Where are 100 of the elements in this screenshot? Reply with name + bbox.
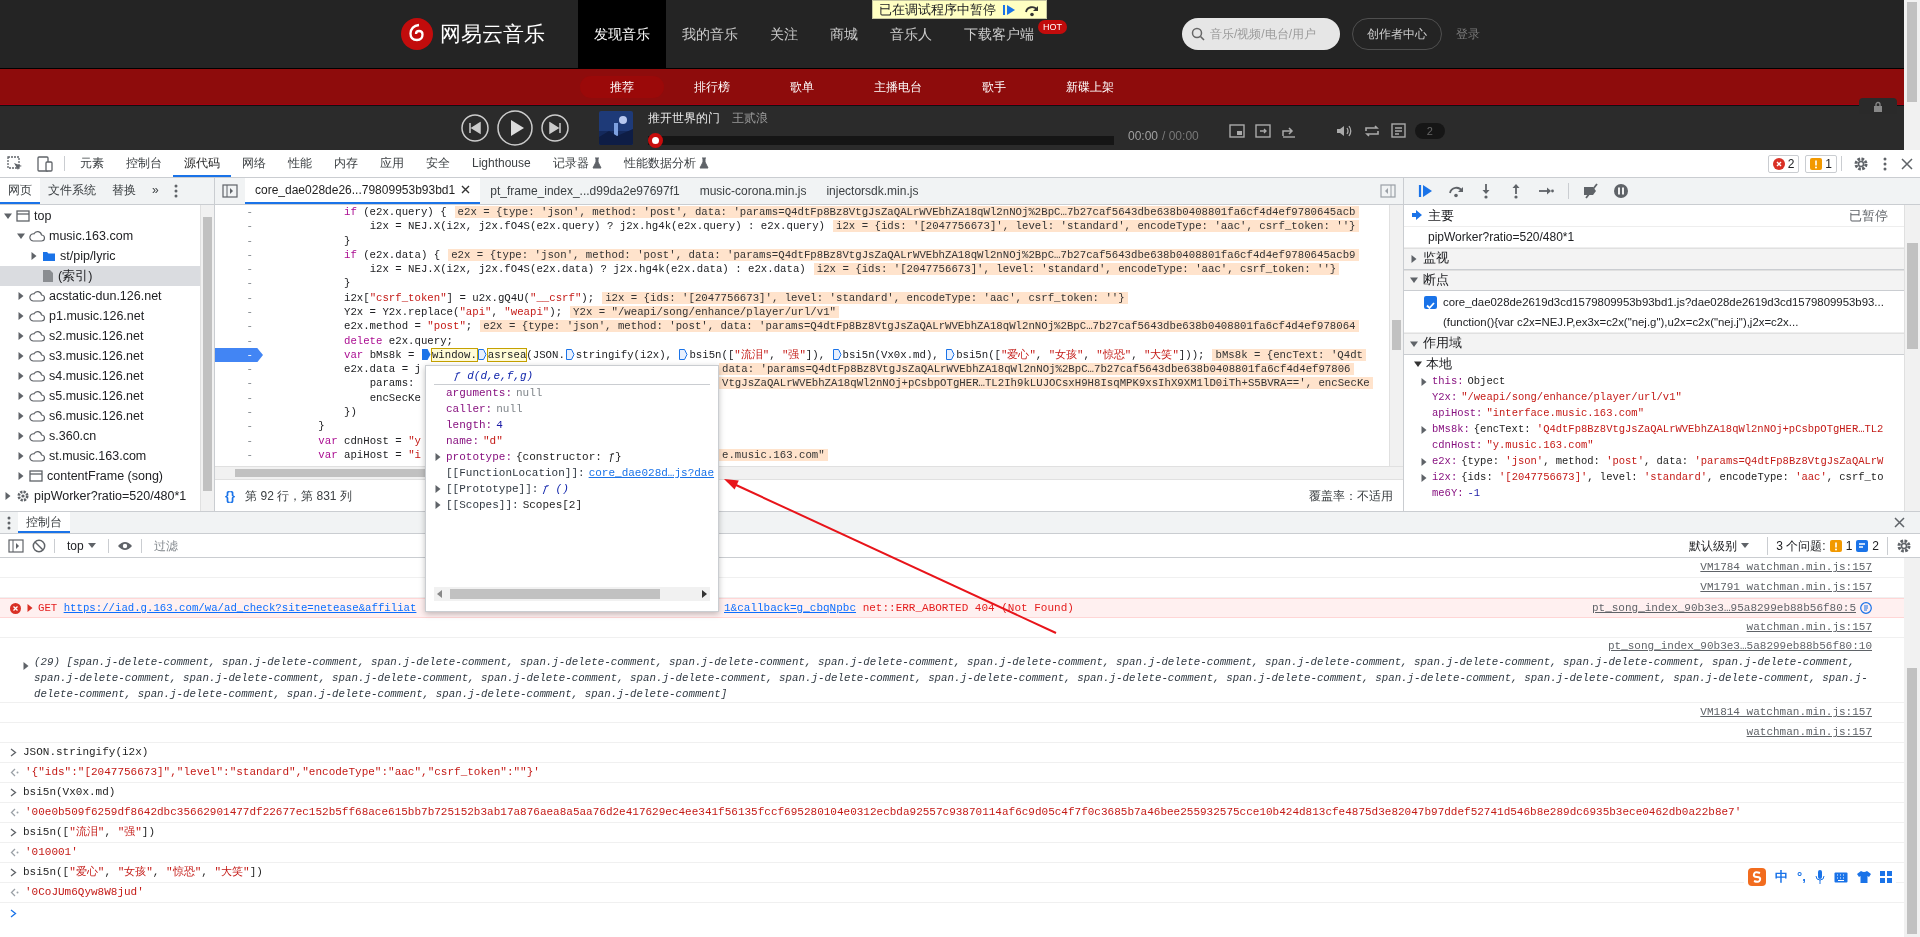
scrollbar[interactable] bbox=[434, 587, 710, 601]
device-icon[interactable] bbox=[37, 155, 53, 172]
source-link[interactable]: pt_song_index_90b3e3…5a8299eb88b56f80:10 bbox=[1607, 637, 1872, 655]
subnav-link[interactable]: 主播电台 bbox=[844, 75, 952, 98]
url-link[interactable]: https://iad.g.163.com/wa/ad_check?site=netease&affiliat bbox=[63, 601, 417, 614]
punctuation-toggle[interactable]: °, bbox=[1797, 867, 1806, 887]
expand-arrow-icon[interactable] bbox=[4, 492, 12, 500]
navigator-tab[interactable]: 网页 bbox=[0, 178, 40, 204]
close-icon[interactable] bbox=[461, 185, 471, 195]
prompt-icon[interactable] bbox=[10, 908, 17, 918]
expand-arrow-icon[interactable] bbox=[17, 432, 25, 440]
panel-tab[interactable]: 控制台 bbox=[115, 150, 173, 177]
source-link[interactable]: watchman.min.js:157 bbox=[1746, 619, 1872, 636]
expand-arrow-icon[interactable] bbox=[17, 352, 25, 360]
warning-counter[interactable]: 1 bbox=[1805, 154, 1837, 173]
panel-tab[interactable]: 网络 bbox=[231, 150, 277, 177]
deactivate-breakpoints-icon[interactable] bbox=[1583, 183, 1599, 199]
network-request-icon[interactable] bbox=[1860, 602, 1872, 614]
nav-link[interactable]: 下载客户端 HOT bbox=[948, 20, 1083, 48]
expand-arrow-icon[interactable] bbox=[1420, 473, 1428, 482]
grid-icon[interactable] bbox=[1879, 871, 1892, 883]
file-tab[interactable]: core_dae028de26...79809953b93bd1 bbox=[245, 178, 481, 204]
expand-arrow-icon[interactable] bbox=[1414, 360, 1422, 368]
expand-arrow-icon[interactable] bbox=[17, 472, 25, 480]
panel-tab[interactable]: 应用 bbox=[369, 150, 415, 177]
nav-link[interactable]: 发现音乐 bbox=[578, 0, 666, 68]
close-icon[interactable] bbox=[1894, 517, 1905, 528]
expand-arrow-icon[interactable] bbox=[30, 252, 38, 260]
tree-item[interactable]: s2.music.126.net bbox=[0, 326, 200, 346]
error-counter[interactable]: 2 bbox=[1767, 154, 1800, 173]
scrollbar[interactable] bbox=[1904, 558, 1920, 937]
source-link[interactable]: core_dae028d…js?dae bbox=[588, 464, 715, 482]
expand-arrow-icon[interactable] bbox=[1420, 377, 1428, 386]
tree-item[interactable]: music.163.com bbox=[0, 226, 200, 246]
search-field[interactable]: 音乐/视频/电台/用户 bbox=[1182, 18, 1340, 50]
panel-tab[interactable]: Lighthouse bbox=[461, 150, 542, 177]
nav-link[interactable]: 音乐人 bbox=[874, 20, 948, 48]
nav-link[interactable]: 商城 bbox=[814, 20, 874, 48]
expand-arrow-icon[interactable] bbox=[1410, 276, 1418, 285]
url-link[interactable]: 1&callback=g_cbqNpbc bbox=[724, 601, 857, 614]
settings-icon[interactable] bbox=[1853, 155, 1869, 172]
pretty-print-button[interactable]: {} bbox=[225, 485, 236, 506]
expand-arrow-icon[interactable] bbox=[1420, 425, 1428, 434]
more-tabs-button[interactable]: » bbox=[144, 178, 167, 204]
ime-logo-icon[interactable] bbox=[1748, 868, 1766, 886]
expand-arrow-icon[interactable] bbox=[17, 232, 25, 240]
panel-tab[interactable]: 安全 bbox=[415, 150, 461, 177]
section-header[interactable]: 监视 bbox=[1404, 248, 1904, 270]
scrollbar[interactable] bbox=[200, 205, 214, 511]
breakpoint-marker-icon[interactable] bbox=[679, 348, 689, 360]
source-link[interactable]: pt_song_index_90b3e3…95a8299eb88b56f80:5 bbox=[1591, 599, 1856, 617]
expand-arrow-icon[interactable] bbox=[17, 292, 25, 300]
source-link[interactable]: VM1814 watchman.min.js:157 bbox=[1700, 704, 1872, 721]
tree-item[interactable]: (索引) bbox=[0, 266, 200, 286]
expand-arrow-icon[interactable] bbox=[1410, 254, 1418, 263]
site-logo[interactable]: 网易云音乐 bbox=[400, 17, 578, 51]
scope-group[interactable]: 本地 bbox=[1404, 354, 1904, 374]
thread-item[interactable]: 主要 已暂停 bbox=[1404, 205, 1904, 227]
progress-thumb[interactable] bbox=[648, 132, 663, 148]
expand-arrow-icon[interactable] bbox=[434, 485, 442, 493]
tree-item[interactable]: top bbox=[0, 206, 200, 226]
navigator-tab[interactable]: 文件系统 bbox=[40, 178, 104, 204]
panel-tab[interactable]: 记录器 bbox=[541, 150, 613, 177]
settings-icon[interactable] bbox=[1896, 537, 1912, 554]
resume-icon[interactable] bbox=[1418, 183, 1434, 199]
source-link[interactable]: VM1791 watchman.min.js:157 bbox=[1700, 579, 1872, 596]
nav-link[interactable]: 我的音乐 bbox=[666, 20, 754, 48]
login-link[interactable]: 登录 bbox=[1456, 25, 1480, 43]
inspect-icon[interactable] bbox=[7, 155, 23, 172]
nav-link[interactable]: 关注 bbox=[754, 20, 814, 48]
tree-item[interactable]: contentFrame (song) bbox=[0, 466, 200, 486]
section-header[interactable]: 作用域 bbox=[1404, 333, 1904, 355]
tree-item[interactable]: st/pip/lyric bbox=[0, 246, 200, 266]
scroll-left-icon[interactable] bbox=[437, 590, 443, 598]
tree-item[interactable]: acstatic-dun.126.net bbox=[0, 286, 200, 306]
scrollbar[interactable] bbox=[1904, 205, 1920, 511]
input-mode-toggle[interactable]: 中 bbox=[1775, 867, 1788, 887]
context-selector[interactable]: top bbox=[63, 536, 100, 555]
more-icon[interactable] bbox=[7, 515, 11, 530]
loop-icon[interactable] bbox=[1362, 123, 1381, 139]
source-link[interactable]: watchman.min.js:157 bbox=[1746, 724, 1872, 741]
breakpoint-marker-icon[interactable] bbox=[946, 348, 956, 360]
tree-item[interactable]: pipWorker?ratio=520/480*1 bbox=[0, 486, 200, 506]
lock-tab[interactable] bbox=[1859, 98, 1897, 114]
expand-arrow-icon[interactable] bbox=[17, 372, 25, 380]
artist-name[interactable]: 王贰浪 bbox=[732, 108, 768, 127]
checkbox[interactable] bbox=[1424, 296, 1437, 309]
shirt-icon[interactable] bbox=[1856, 871, 1871, 883]
scrollbar[interactable] bbox=[1389, 204, 1403, 467]
expand-arrow-icon[interactable] bbox=[17, 452, 25, 460]
tree-item[interactable]: s3.music.126.net bbox=[0, 346, 200, 366]
expand-arrow-icon[interactable] bbox=[22, 662, 30, 671]
toggle-debugger-icon[interactable] bbox=[1380, 183, 1396, 198]
navigator-tab[interactable]: 替换 bbox=[104, 178, 144, 204]
scroll-right-icon[interactable] bbox=[701, 590, 707, 598]
scrollbar[interactable] bbox=[1904, 0, 1920, 150]
file-tab[interactable]: injectorsdk.min.js bbox=[816, 178, 929, 204]
expand-arrow-icon[interactable] bbox=[434, 501, 442, 509]
breakpoint-location[interactable]: core_dae028de2619d3cd1579809953b93bd1.js?dae028de2619d3cd1579809953b93... bbox=[1443, 294, 1884, 312]
breakpoint-marker-icon[interactable] bbox=[832, 348, 842, 360]
